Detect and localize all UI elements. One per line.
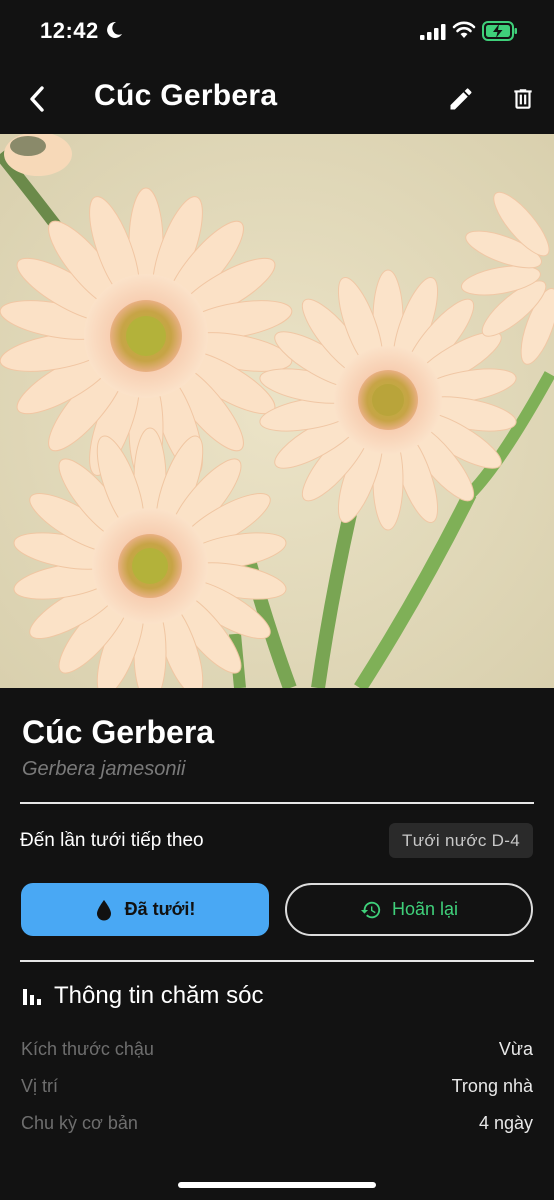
postpone-button[interactable]: Hoãn lại (285, 883, 533, 936)
care-info-row: Vị trí Trong nhà (21, 1076, 533, 1097)
divider (20, 802, 534, 804)
next-watering-label: Đến lần tưới tiếp theo (20, 830, 204, 851)
care-info-value: Vừa (498, 1039, 533, 1059)
care-info-heading: Thông tin chăm sóc (22, 982, 263, 1010)
page-title: Cúc Gerbera (94, 79, 278, 112)
plant-name: Cúc Gerbera (22, 714, 215, 750)
water-drop-icon (96, 899, 111, 920)
moon-icon (104, 20, 124, 45)
care-info-title: Thông tin chăm sóc (54, 982, 264, 1009)
home-indicator[interactable] (178, 1182, 376, 1188)
delete-button[interactable] (506, 82, 540, 116)
signal-icon (420, 24, 446, 45)
care-info-label: Chu kỳ cơ bản (21, 1113, 138, 1133)
divider (20, 960, 534, 962)
trash-icon (514, 89, 532, 109)
status-bar: 12:42 (0, 0, 554, 64)
care-info-value: 4 ngày (478, 1113, 533, 1133)
back-arrow-icon (30, 86, 44, 112)
care-info-row: Kích thước chậu Vừa (21, 1039, 533, 1060)
edit-button[interactable] (444, 82, 478, 116)
app-bar: Cúc Gerbera (0, 64, 554, 134)
history-icon (360, 901, 381, 918)
care-info-label: Vị trí (21, 1076, 59, 1096)
care-info-label: Kích thước chậu (21, 1039, 154, 1059)
wifi-icon (452, 21, 476, 44)
bar-chart-icon (23, 989, 41, 1005)
battery-charging-icon (482, 21, 518, 46)
plant-detail-content: Cúc Gerbera Gerbera jamesonii Đến lần tư… (0, 688, 554, 1200)
postpone-button-label: Hoãn lại (391, 899, 459, 919)
care-info-row: Chu kỳ cơ bản 4 ngày (21, 1113, 533, 1134)
scientific-name: Gerbera jamesonii (22, 758, 186, 780)
plant-photo (0, 134, 554, 688)
status-time: 12:42 (40, 18, 99, 43)
care-info-value: Trong nhà (451, 1076, 533, 1096)
watering-countdown-badge: Tưới nước D-4 (389, 823, 533, 858)
watered-button[interactable]: Đã tưới! (21, 883, 269, 936)
back-button[interactable] (20, 82, 54, 116)
watered-button-label: Đã tưới! (124, 899, 196, 919)
edit-pencil-icon (450, 88, 472, 110)
